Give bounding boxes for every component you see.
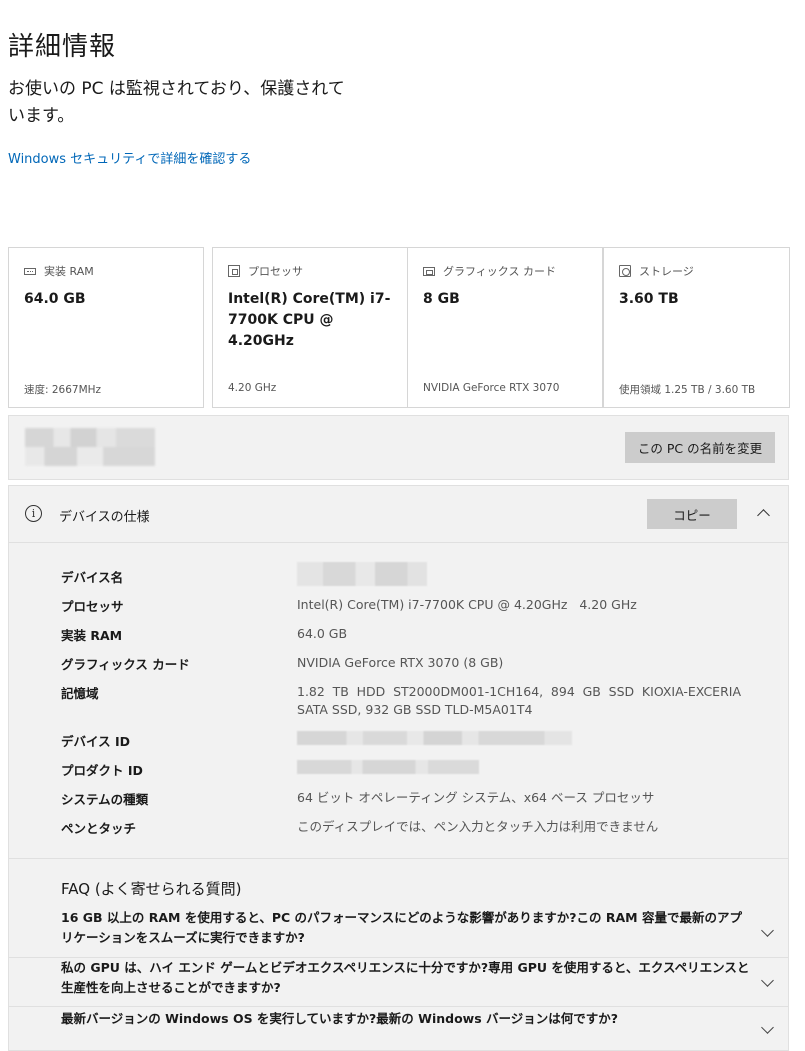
spec-label: デバイス ID xyxy=(61,734,131,749)
card-value: 3.60 TB xyxy=(619,291,679,307)
spec-label: デバイス名 xyxy=(61,570,124,585)
faq-title: FAQ (よく寄せられる質問) xyxy=(61,880,242,898)
spec-value: NVIDIA GeForce RTX 3070 (8 GB) xyxy=(297,655,504,670)
spec-label: 実装 RAM xyxy=(61,628,123,643)
spec-value: Intel(R) Core(TM) i7-7700K CPU @ 4.20GHz… xyxy=(297,597,637,612)
card-label: グラフィックス カード xyxy=(443,265,556,278)
card-graphics: グラフィックス カード 8 GB NVIDIA GeForce RTX 3070 xyxy=(407,247,603,408)
spec-value: 64.0 GB xyxy=(297,626,348,641)
spec-label: システムの種類 xyxy=(61,792,149,807)
storage-icon xyxy=(619,265,631,277)
faq-question: 私の GPU は、ハイ エンド ゲームとビデオエクスペリエンスに十分ですか?専用… xyxy=(61,960,750,995)
card-sub: 使用領域 1.25 TB / 3.60 TB xyxy=(619,384,756,396)
faq-question: 16 GB 以上の RAM を使用すると、PC のパフォーマンスにどのような影響… xyxy=(61,910,742,945)
chevron-down-icon[interactable] xyxy=(761,1023,773,1035)
card-ram: 実装 RAM 64.0 GB 速度: 2667MHz xyxy=(8,247,204,408)
pc-name-bar: この PC の名前を変更 xyxy=(8,415,789,480)
pc-name-redacted xyxy=(25,428,155,466)
spec-label: グラフィックス カード xyxy=(61,657,190,672)
spec-value: 64 ビット オペレーティング システム、x64 ベース プロセッサ xyxy=(297,790,655,805)
card-label: プロセッサ xyxy=(248,265,303,278)
device-name-redacted xyxy=(297,562,741,591)
spec-label: プロダクト ID xyxy=(61,763,143,778)
ram-icon xyxy=(24,267,36,275)
card-label: 実装 RAM xyxy=(44,265,94,278)
faq-item[interactable]: 16 GB 以上の RAM を使用すると、PC のパフォーマンスにどのような影響… xyxy=(9,906,788,956)
windows-security-link[interactable]: Windows セキュリティで詳細を確認する xyxy=(8,148,251,167)
device-specs-header[interactable]: i デバイスの仕様 コピー xyxy=(9,486,788,543)
spec-value: 1.82 TB HDD ST2000DM001-1CH164, 894 GB S… xyxy=(297,684,741,717)
device-id-redacted xyxy=(297,731,741,750)
device-specs-title: デバイスの仕様 xyxy=(59,510,150,525)
card-label: ストレージ xyxy=(639,265,694,278)
card-storage: ストレージ 3.60 TB 使用領域 1.25 TB / 3.60 TB xyxy=(603,247,790,408)
product-id-redacted xyxy=(297,760,741,779)
card-value: Intel(R) Core(TM) i7-7700K CPU @ 4.20GHz xyxy=(228,291,391,349)
card-sub: 4.20 GHz xyxy=(228,382,277,394)
chevron-up-icon[interactable] xyxy=(757,506,771,520)
chevron-down-icon[interactable] xyxy=(761,976,773,988)
card-value: 8 GB xyxy=(423,291,460,307)
protection-status-text: お使いの PC は監視されており、保護されています。 xyxy=(8,79,345,126)
card-sub: NVIDIA GeForce RTX 3070 xyxy=(423,382,560,394)
card-processor: プロセッサ Intel(R) Core(TM) i7-7700K CPU @ 4… xyxy=(212,247,408,408)
processor-icon xyxy=(228,265,240,277)
faq-item[interactable]: 最新バージョンの Windows OS を実行していますか?最新の Window… xyxy=(9,1007,788,1051)
spec-label: プロセッサ xyxy=(61,599,124,614)
spec-label: 記憶域 xyxy=(61,686,99,701)
graphics-card-icon xyxy=(423,266,435,276)
copy-button[interactable]: コピー xyxy=(647,499,737,529)
info-icon: i xyxy=(25,505,42,522)
page-title: 詳細情報 xyxy=(8,32,117,62)
faq-question: 最新バージョンの Windows OS を実行していますか?最新の Window… xyxy=(61,1011,619,1026)
rename-pc-button[interactable]: この PC の名前を変更 xyxy=(625,432,775,463)
chevron-down-icon[interactable] xyxy=(761,926,773,938)
divider xyxy=(9,858,788,859)
spec-label: ペンとタッチ xyxy=(61,821,137,836)
device-specs-section: i デバイスの仕様 コピー デバイス名 プロセッサ Intel(R) Core(… xyxy=(8,485,789,1051)
faq-item[interactable]: 私の GPU は、ハイ エンド ゲームとビデオエクスペリエンスに十分ですか?専用… xyxy=(9,958,788,1006)
card-sub: 速度: 2667MHz xyxy=(24,384,102,396)
spec-value: このディスプレイでは、ペン入力とタッチ入力は利用できません xyxy=(297,819,659,834)
card-value: 64.0 GB xyxy=(24,291,86,307)
